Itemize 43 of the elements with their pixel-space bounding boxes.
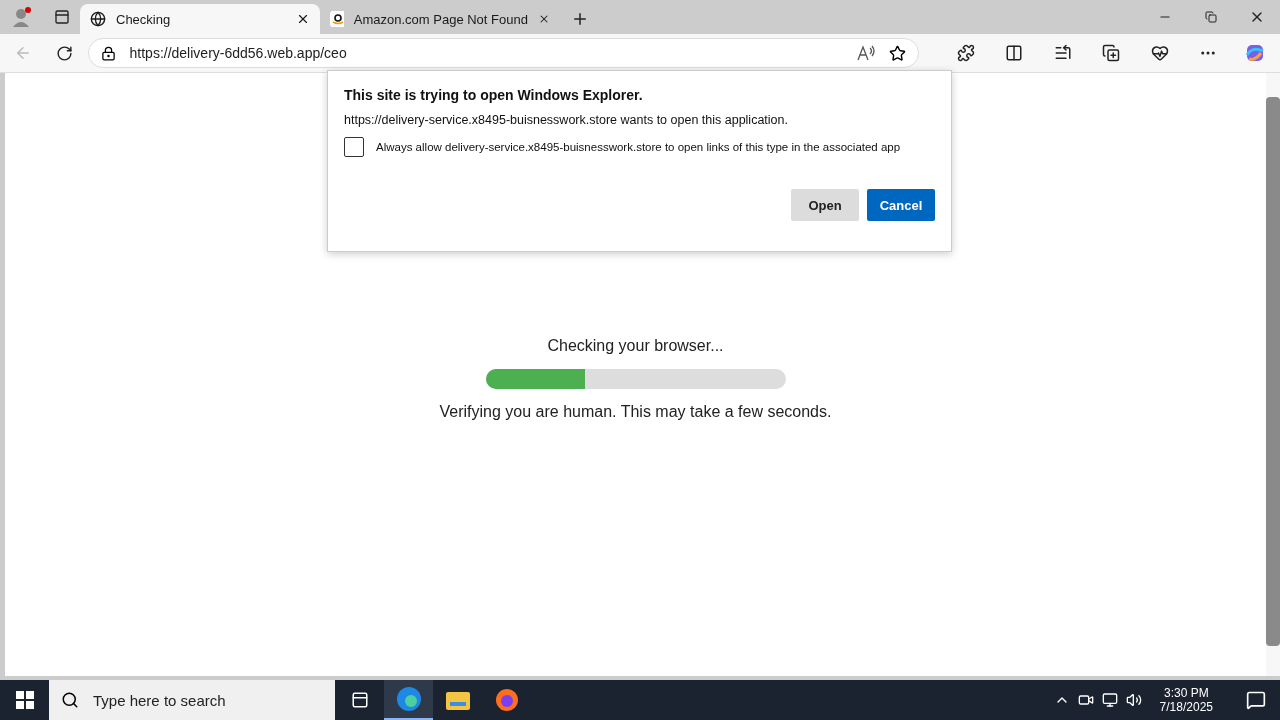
globe-icon xyxy=(90,11,106,27)
task-view-icon[interactable] xyxy=(350,691,369,709)
search-icon xyxy=(61,691,79,709)
profile-icon[interactable] xyxy=(11,6,33,28)
verification-message: Verifying you are human. This may take a few seconds. xyxy=(439,403,832,421)
dialog-button[interactable]: Cancel xyxy=(867,189,935,221)
taskbar-search-field[interactable]: Type here to search xyxy=(49,680,335,720)
close-icon[interactable] xyxy=(296,12,310,26)
always-allow-checkbox[interactable] xyxy=(344,137,364,157)
clock-time: 3:30 PM xyxy=(1163,686,1209,700)
favorite-star-icon[interactable] xyxy=(888,44,906,62)
extensions-icon[interactable] xyxy=(956,44,975,62)
restore-icon[interactable] xyxy=(1205,11,1217,23)
network-icon[interactable] xyxy=(1101,692,1118,708)
copilot-icon[interactable] xyxy=(1244,43,1265,63)
split-screen-icon[interactable] xyxy=(1005,44,1024,62)
notifications-icon[interactable] xyxy=(1245,690,1266,710)
read-aloud-icon[interactable] xyxy=(856,45,875,61)
collections-icon[interactable] xyxy=(1102,44,1121,62)
amazon-icon xyxy=(330,11,344,27)
dialog-message: https://delivery-service.x8495-buisnesswork.store wants to open this application. xyxy=(344,113,789,127)
windows-start-icon[interactable] xyxy=(15,691,34,709)
firefox-icon[interactable] xyxy=(494,688,519,712)
new-tab-icon[interactable] xyxy=(571,10,589,28)
checking-heading: Checking your browser... xyxy=(547,337,724,355)
address-bar[interactable]: https://delivery-6dd56.web.app/ceo xyxy=(87,38,919,68)
dialog-title: This site is trying to open Windows Explorer. xyxy=(344,87,644,103)
browser-health-icon[interactable] xyxy=(1150,44,1169,62)
edge-icon[interactable] xyxy=(395,686,422,712)
lock-icon[interactable] xyxy=(100,45,116,61)
folder-icon[interactable] xyxy=(445,690,470,710)
browser-tab[interactable]: Checking xyxy=(80,4,320,34)
checkbox-label: Always allow delivery-service.x8495-buisnesswork.store to open links of this type in the associated app xyxy=(376,141,901,153)
speaker-icon[interactable] xyxy=(1125,692,1142,708)
dialog-button[interactable]: Open xyxy=(791,189,859,221)
clock-date: 7/18/2025 xyxy=(1159,700,1213,714)
tab-actions-icon[interactable] xyxy=(54,9,70,25)
url-text: https://delivery-6dd56.web.app/ceo xyxy=(129,45,348,61)
refresh-icon[interactable] xyxy=(55,44,73,62)
camera-icon[interactable] xyxy=(1077,692,1094,708)
browser-tab[interactable]: Amazon.com Page Not Found xyxy=(320,4,560,34)
favorites-icon[interactable] xyxy=(1053,44,1072,62)
scrollbar-thumb[interactable] xyxy=(1266,97,1280,646)
